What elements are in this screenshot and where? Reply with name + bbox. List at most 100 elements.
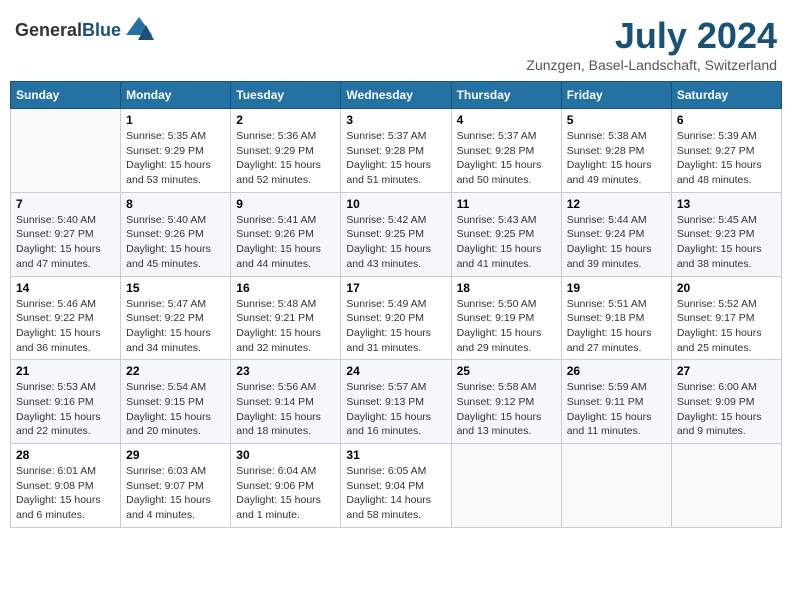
day-number: 31	[346, 448, 445, 462]
day-info: Sunrise: 5:38 AM Sunset: 9:28 PM Dayligh…	[567, 129, 666, 188]
day-info: Sunrise: 5:48 AM Sunset: 9:21 PM Dayligh…	[236, 297, 335, 356]
day-number: 20	[677, 281, 776, 295]
day-number: 8	[126, 197, 225, 211]
calendar-cell	[561, 444, 671, 528]
day-info: Sunrise: 5:37 AM Sunset: 9:28 PM Dayligh…	[457, 129, 556, 188]
day-info: Sunrise: 5:47 AM Sunset: 9:22 PM Dayligh…	[126, 297, 225, 356]
calendar-cell: 17 Sunrise: 5:49 AM Sunset: 9:20 PM Dayli…	[341, 276, 451, 360]
day-info: Sunrise: 5:43 AM Sunset: 9:25 PM Dayligh…	[457, 213, 556, 272]
day-info: Sunrise: 5:49 AM Sunset: 9:20 PM Dayligh…	[346, 297, 445, 356]
day-number: 12	[567, 197, 666, 211]
calendar-week-5: 28 Sunrise: 6:01 AM Sunset: 9:08 PM Dayli…	[11, 444, 782, 528]
day-info: Sunrise: 6:04 AM Sunset: 9:06 PM Dayligh…	[236, 464, 335, 523]
day-number: 26	[567, 364, 666, 378]
day-info: Sunrise: 5:59 AM Sunset: 9:11 PM Dayligh…	[567, 380, 666, 439]
month-title: July 2024	[526, 15, 777, 57]
weekday-header-saturday: Saturday	[671, 82, 781, 109]
calendar-cell: 28 Sunrise: 6:01 AM Sunset: 9:08 PM Dayli…	[11, 444, 121, 528]
day-info: Sunrise: 5:40 AM Sunset: 9:27 PM Dayligh…	[16, 213, 115, 272]
day-info: Sunrise: 5:50 AM Sunset: 9:19 PM Dayligh…	[457, 297, 556, 356]
location-title: Zunzgen, Basel-Landschaft, Switzerland	[526, 57, 777, 73]
day-number: 15	[126, 281, 225, 295]
day-info: Sunrise: 5:37 AM Sunset: 9:28 PM Dayligh…	[346, 129, 445, 188]
calendar-cell: 15 Sunrise: 5:47 AM Sunset: 9:22 PM Dayli…	[121, 276, 231, 360]
day-info: Sunrise: 5:57 AM Sunset: 9:13 PM Dayligh…	[346, 380, 445, 439]
day-info: Sunrise: 5:39 AM Sunset: 9:27 PM Dayligh…	[677, 129, 776, 188]
calendar-cell: 26 Sunrise: 5:59 AM Sunset: 9:11 PM Dayli…	[561, 360, 671, 444]
calendar-cell: 29 Sunrise: 6:03 AM Sunset: 9:07 PM Dayli…	[121, 444, 231, 528]
calendar-week-4: 21 Sunrise: 5:53 AM Sunset: 9:16 PM Dayli…	[11, 360, 782, 444]
calendar-cell: 21 Sunrise: 5:53 AM Sunset: 9:16 PM Dayli…	[11, 360, 121, 444]
day-number: 4	[457, 113, 556, 127]
day-number: 5	[567, 113, 666, 127]
day-number: 19	[567, 281, 666, 295]
day-number: 28	[16, 448, 115, 462]
day-number: 25	[457, 364, 556, 378]
calendar-cell: 12 Sunrise: 5:44 AM Sunset: 9:24 PM Dayli…	[561, 192, 671, 276]
day-number: 6	[677, 113, 776, 127]
day-info: Sunrise: 5:54 AM Sunset: 9:15 PM Dayligh…	[126, 380, 225, 439]
day-number: 23	[236, 364, 335, 378]
calendar-cell: 30Sunrise: 6:04 AM Sunset: 9:06 PM Dayli…	[231, 444, 341, 528]
logo-blue: Blue	[82, 20, 121, 40]
weekday-header-tuesday: Tuesday	[231, 82, 341, 109]
day-info: Sunrise: 5:56 AM Sunset: 9:14 PM Dayligh…	[236, 380, 335, 439]
day-info: Sunrise: 5:52 AM Sunset: 9:17 PM Dayligh…	[677, 297, 776, 356]
calendar-cell: 7 Sunrise: 5:40 AM Sunset: 9:27 PM Daylig…	[11, 192, 121, 276]
header: GeneralBlue July 2024 Zunzgen, Basel-Lan…	[10, 10, 782, 73]
calendar-cell: 8 Sunrise: 5:40 AM Sunset: 9:26 PM Daylig…	[121, 192, 231, 276]
day-info: Sunrise: 5:41 AM Sunset: 9:26 PM Dayligh…	[236, 213, 335, 272]
day-info: Sunrise: 5:42 AM Sunset: 9:25 PM Dayligh…	[346, 213, 445, 272]
calendar-cell	[451, 444, 561, 528]
day-info: Sunrise: 5:46 AM Sunset: 9:22 PM Dayligh…	[16, 297, 115, 356]
day-number: 11	[457, 197, 556, 211]
day-info: Sunrise: 5:53 AM Sunset: 9:16 PM Dayligh…	[16, 380, 115, 439]
weekday-header-monday: Monday	[121, 82, 231, 109]
calendar-cell: 11 Sunrise: 5:43 AM Sunset: 9:25 PM Dayli…	[451, 192, 561, 276]
title-area: July 2024 Zunzgen, Basel-Landschaft, Swi…	[526, 15, 777, 73]
calendar-week-1: 1 Sunrise: 5:35 AM Sunset: 9:29 PM Daylig…	[11, 109, 782, 193]
calendar-cell: 24Sunrise: 5:57 AM Sunset: 9:13 PM Dayli…	[341, 360, 451, 444]
day-number: 10	[346, 197, 445, 211]
day-info: Sunrise: 6:03 AM Sunset: 9:07 PM Dayligh…	[126, 464, 225, 523]
calendar-cell: 23 Sunrise: 5:56 AM Sunset: 9:14 PM Dayli…	[231, 360, 341, 444]
weekday-header-thursday: Thursday	[451, 82, 561, 109]
day-info: Sunrise: 5:45 AM Sunset: 9:23 PM Dayligh…	[677, 213, 776, 272]
day-number: 27	[677, 364, 776, 378]
calendar-cell: 16Sunrise: 5:48 AM Sunset: 9:21 PM Dayli…	[231, 276, 341, 360]
day-number: 13	[677, 197, 776, 211]
calendar-cell: 3Sunrise: 5:37 AM Sunset: 9:28 PM Daylig…	[341, 109, 451, 193]
day-info: Sunrise: 5:44 AM Sunset: 9:24 PM Dayligh…	[567, 213, 666, 272]
calendar-cell: 25 Sunrise: 5:58 AM Sunset: 9:12 PM Dayli…	[451, 360, 561, 444]
calendar-cell: 20 Sunrise: 5:52 AM Sunset: 9:17 PM Dayli…	[671, 276, 781, 360]
day-number: 21	[16, 364, 115, 378]
weekday-header-wednesday: Wednesday	[341, 82, 451, 109]
calendar-cell: 18Sunrise: 5:50 AM Sunset: 9:19 PM Dayli…	[451, 276, 561, 360]
calendar-cell: 4 Sunrise: 5:37 AM Sunset: 9:28 PM Daylig…	[451, 109, 561, 193]
calendar-cell: 14 Sunrise: 5:46 AM Sunset: 9:22 PM Dayli…	[11, 276, 121, 360]
calendar-cell: 9 Sunrise: 5:41 AM Sunset: 9:26 PM Daylig…	[231, 192, 341, 276]
calendar-header-row: SundayMondayTuesdayWednesdayThursdayFrid…	[11, 82, 782, 109]
calendar-week-3: 14 Sunrise: 5:46 AM Sunset: 9:22 PM Dayli…	[11, 276, 782, 360]
day-info: Sunrise: 5:35 AM Sunset: 9:29 PM Dayligh…	[126, 129, 225, 188]
calendar-table: SundayMondayTuesdayWednesdayThursdayFrid…	[10, 81, 782, 528]
day-number: 9	[236, 197, 335, 211]
day-info: Sunrise: 6:01 AM Sunset: 9:08 PM Dayligh…	[16, 464, 115, 523]
day-number: 17	[346, 281, 445, 295]
day-number: 1	[126, 113, 225, 127]
day-info: Sunrise: 5:51 AM Sunset: 9:18 PM Dayligh…	[567, 297, 666, 356]
day-info: Sunrise: 5:40 AM Sunset: 9:26 PM Dayligh…	[126, 213, 225, 272]
day-number: 14	[16, 281, 115, 295]
logo-icon	[124, 15, 154, 45]
day-info: Sunrise: 5:58 AM Sunset: 9:12 PM Dayligh…	[457, 380, 556, 439]
day-info: Sunrise: 5:36 AM Sunset: 9:29 PM Dayligh…	[236, 129, 335, 188]
day-number: 2	[236, 113, 335, 127]
calendar-cell: 10 Sunrise: 5:42 AM Sunset: 9:25 PM Dayli…	[341, 192, 451, 276]
day-number: 29	[126, 448, 225, 462]
weekday-header-friday: Friday	[561, 82, 671, 109]
calendar-cell	[11, 109, 121, 193]
day-info: Sunrise: 6:05 AM Sunset: 9:04 PM Dayligh…	[346, 464, 445, 523]
day-number: 7	[16, 197, 115, 211]
calendar-cell: 2 Sunrise: 5:36 AM Sunset: 9:29 PM Daylig…	[231, 109, 341, 193]
day-number: 22	[126, 364, 225, 378]
